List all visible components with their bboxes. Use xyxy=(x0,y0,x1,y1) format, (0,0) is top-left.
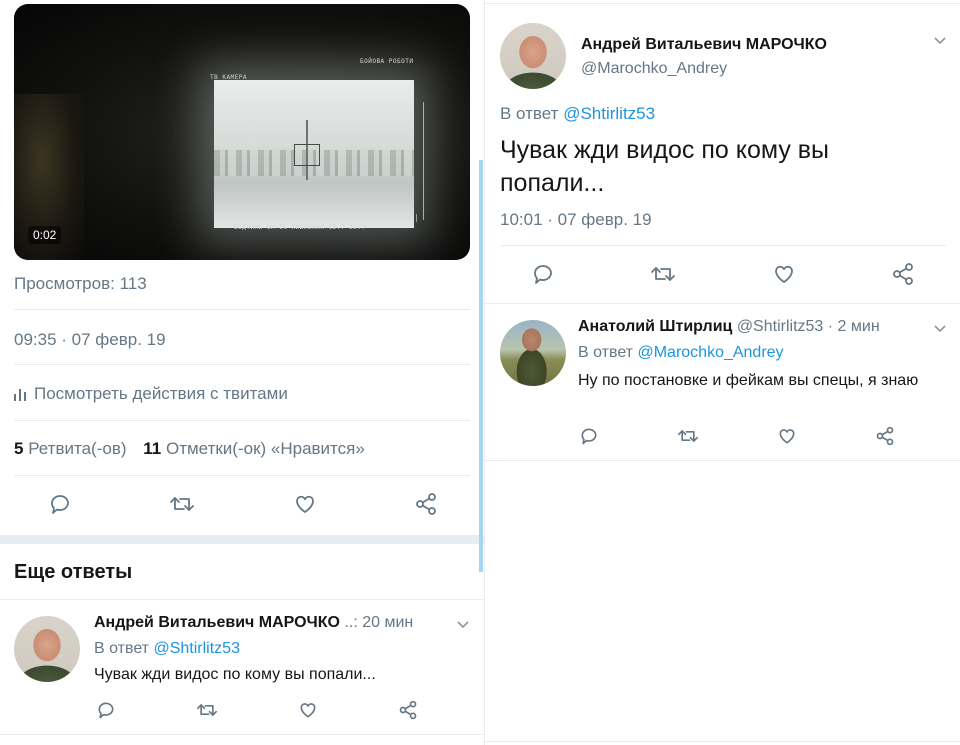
divider xyxy=(14,309,470,310)
video-osd-top-right: БОЙОВА РОБОТИ xyxy=(360,58,414,65)
divider xyxy=(0,734,484,735)
likes-stat[interactable]: 11 Отметки(-ок) «Нравится» xyxy=(143,439,365,458)
divider xyxy=(14,475,470,476)
author-name[interactable]: Андрей Витальевич МАРОЧКО xyxy=(581,36,827,54)
divider xyxy=(14,420,470,421)
retweet-icon[interactable] xyxy=(169,492,195,516)
avatar[interactable] xyxy=(500,23,566,89)
like-icon[interactable] xyxy=(777,426,797,446)
like-icon[interactable] xyxy=(298,700,318,720)
analytics-icon xyxy=(14,387,26,401)
reply-to-handle[interactable]: @Shtirlitz53 xyxy=(153,640,240,657)
retweets-label: Ретвита(-ов) xyxy=(28,439,127,458)
left-tweet-detail: TB KAMEPA БОЙОВА РОБОТИ ВІДТИНЬ ОН ОС ХИ… xyxy=(0,0,484,745)
share-icon[interactable] xyxy=(398,700,418,720)
tweet-timestamp: 09:35 · 07 февр. 19 xyxy=(14,330,166,349)
chevron-down-icon[interactable] xyxy=(933,36,947,46)
retweets-stat[interactable]: 5 Ретвита(-ов) xyxy=(14,439,131,458)
video-scale xyxy=(420,102,424,220)
share-icon[interactable] xyxy=(875,426,895,446)
reply-prefix: В ответ xyxy=(578,344,634,361)
avatar[interactable] xyxy=(500,320,566,386)
reply-time: 20 мин xyxy=(362,614,414,631)
retweet-icon[interactable] xyxy=(196,700,218,720)
chevron-down-icon[interactable] xyxy=(456,620,470,630)
likes-count: 11 xyxy=(143,439,162,458)
video-player[interactable]: TB KAMEPA БОЙОВА РОБОТИ ВІДТИНЬ ОН ОС ХИ… xyxy=(14,4,470,260)
divider xyxy=(485,3,960,4)
share-icon[interactable] xyxy=(414,492,438,516)
reply-actions xyxy=(579,426,895,446)
video-thermal-screen xyxy=(214,80,414,228)
reply-context: В ответ @Marochko_Andrey xyxy=(578,344,784,362)
tweet-timestamp: 10:01 · 07 февр. 19 xyxy=(500,210,652,229)
thread-connector xyxy=(479,160,483,572)
reply-icon[interactable] xyxy=(96,700,116,720)
views-count: Просмотров: 113 xyxy=(14,274,147,293)
like-icon[interactable] xyxy=(293,492,317,516)
chevron-down-icon[interactable] xyxy=(933,324,947,334)
divider xyxy=(0,599,484,600)
reply-text: Ну по постановке и фейкам вы спецы, я зн… xyxy=(578,372,919,389)
reply-context: В ответ @Shtirlitz53 xyxy=(500,104,655,124)
divider xyxy=(500,245,946,246)
author-handle[interactable]: @Shtirlitz53 xyxy=(737,318,824,335)
tweet-text: Чувак жди видос по кому вы попали... xyxy=(500,136,830,197)
section-separator xyxy=(0,535,484,544)
reply-icon[interactable] xyxy=(48,492,72,516)
retweets-count: 5 xyxy=(14,439,24,458)
engagement-stats: 5 Ретвита(-ов) 11 Отметки(-ок) «Нравится… xyxy=(14,439,365,459)
avatar[interactable] xyxy=(14,616,80,682)
author-name[interactable]: Анатолий Штирлиц xyxy=(578,318,732,335)
more-replies-heading: Еще ответы xyxy=(14,561,133,583)
reply-to-handle[interactable]: @Marochko_Andrey xyxy=(637,344,783,361)
reply-actions xyxy=(96,700,418,720)
retweet-icon[interactable] xyxy=(650,262,676,286)
tweet-actions xyxy=(531,262,915,286)
reply-text: Чувак жди видос по кому вы попали... xyxy=(94,666,376,683)
tweet-activity-link[interactable]: Посмотреть действия с твитами xyxy=(14,384,288,404)
reply-prefix: В ответ xyxy=(94,640,150,657)
author-handle[interactable]: @Marochko_Andrey xyxy=(581,60,727,78)
share-icon[interactable] xyxy=(891,262,915,286)
video-ticks xyxy=(224,214,424,222)
retweet-icon[interactable] xyxy=(677,426,699,446)
video-osd-bottom: ВІДТИНЬ ОН ОС ХИБЛЕННЯ 12.7 25.7 xyxy=(234,224,366,231)
video-duration: 0:02 xyxy=(28,226,62,244)
reply-context: В ответ @Shtirlitz53 xyxy=(94,640,240,658)
author-name[interactable]: Андрей Витальевич МАРОЧКО xyxy=(94,614,340,631)
divider xyxy=(14,364,470,365)
reply-prefix: В ответ xyxy=(500,104,559,123)
reply-header: Анатолий Штирлиц @Shtirlitz53 · 2 мин xyxy=(578,318,880,336)
tweet-activity-label: Посмотреть действия с твитами xyxy=(34,384,288,403)
reply-icon[interactable] xyxy=(531,262,555,286)
divider xyxy=(485,303,960,304)
divider xyxy=(485,460,960,461)
video-reticle xyxy=(294,144,320,166)
like-icon[interactable] xyxy=(772,262,796,286)
reply-to-handle[interactable]: @Shtirlitz53 xyxy=(563,104,655,123)
divider xyxy=(485,741,960,742)
reply-header: Андрей Витальевич МАРОЧКО ..: 20 мин xyxy=(94,614,413,632)
right-conversation: Андрей Витальевич МАРОЧКО @Marochko_Andr… xyxy=(484,0,960,745)
reply-icon[interactable] xyxy=(579,426,599,446)
likes-label: Отметки(-ок) «Нравится» xyxy=(165,439,365,458)
reply-time: · 2 мин xyxy=(827,318,880,335)
author-handle-truncated: ..: xyxy=(344,614,358,631)
tweet-actions xyxy=(48,492,438,516)
